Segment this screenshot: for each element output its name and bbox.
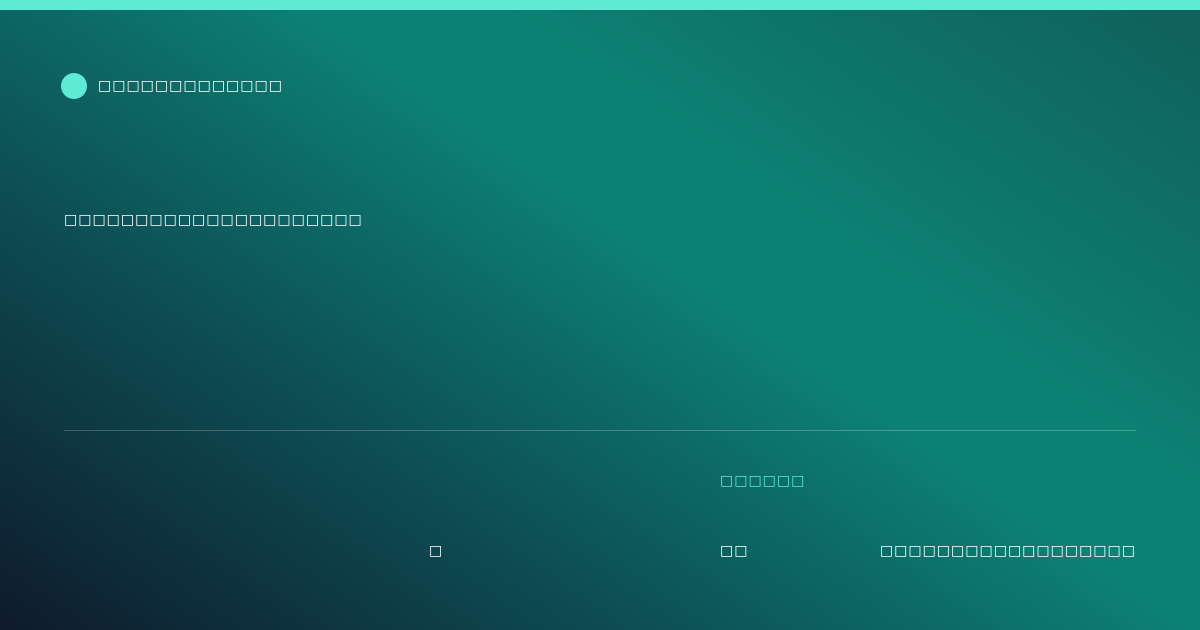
footer-right-text: □□□□□□□□□□□□□□□□□□ (879, 543, 1136, 559)
brand-name: □□□□□□□□□□□□□ (98, 78, 283, 94)
brand: □□□□□□□□□□□□□ (61, 73, 283, 99)
brand-logo-dot-icon (61, 73, 87, 99)
accent-top-bar (0, 0, 1200, 10)
footer-left-value: □ (429, 543, 444, 559)
headline-text: □□□□□□□□□□□□□□□□□□□□□ (64, 212, 363, 228)
stat-label: □□□□□□ (720, 473, 806, 489)
footer-mid-value: □□ (720, 543, 749, 559)
share-card: □□□□□□□□□□□□□ □□□□□□□□□□□□□□□□□□□□□ □□□□… (0, 0, 1200, 630)
divider (64, 430, 1136, 431)
